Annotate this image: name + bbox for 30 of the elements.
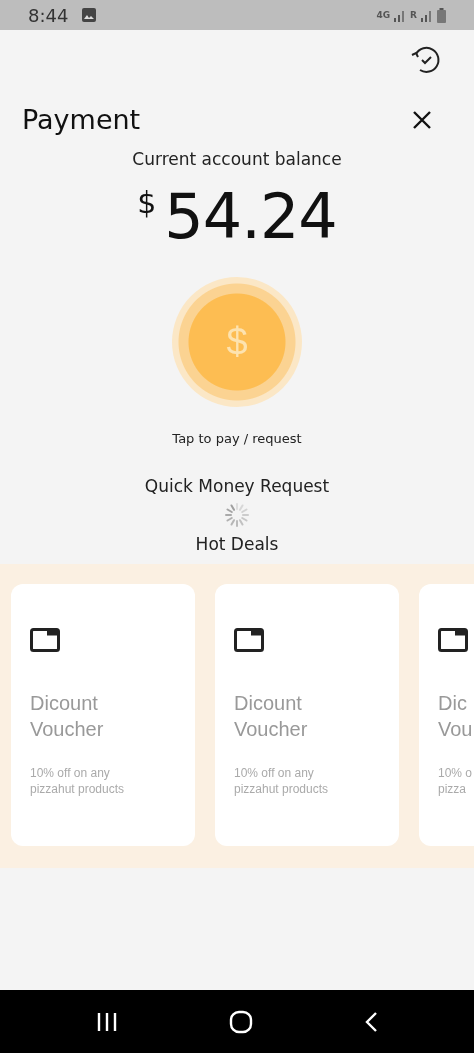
recent-apps-icon[interactable] [95, 1011, 118, 1032]
page-title: Payment [22, 104, 141, 135]
window-icon [438, 628, 468, 652]
balance-label: Current account balance [132, 149, 342, 169]
window-icon [234, 628, 264, 652]
voucher-card[interactable]: Dicount Voucher 10% off on any pizzahut products [11, 584, 195, 846]
pay-caption: Tap to pay / request [172, 431, 302, 446]
network-label: 4G [376, 10, 391, 20]
battery-icon [437, 7, 446, 23]
voucher-card[interactable]: Dic Vou 10% o pizza [419, 584, 474, 846]
voucher-title: Dicount Voucher [234, 691, 309, 742]
back-icon[interactable] [364, 1010, 379, 1033]
signal-icon [420, 8, 434, 22]
close-button[interactable] [412, 109, 432, 130]
voucher-card[interactable]: Dicount Voucher 10% off on any pizzahut products [215, 584, 399, 846]
voucher-description: 10% o pizza [438, 765, 474, 797]
balance-amount: 54.24 [164, 179, 337, 255]
voucher-title: Dic Vou [438, 691, 474, 742]
voucher-title: Dicount Voucher [30, 691, 105, 742]
currency-symbol: $ [137, 185, 157, 220]
status-time: 8:44 [28, 4, 69, 26]
window-icon [30, 628, 60, 652]
loading-spinner-icon [224, 502, 250, 528]
roaming-label: R [410, 10, 417, 20]
section-title: Quick Money Request [144, 476, 330, 496]
home-icon[interactable] [229, 1009, 253, 1034]
voucher-description: 10% off on any pizzahut products [30, 765, 126, 797]
section-title: Hot Deals [195, 534, 279, 554]
image-icon [82, 8, 97, 22]
voucher-description: 10% off on any pizzahut products [234, 765, 330, 797]
